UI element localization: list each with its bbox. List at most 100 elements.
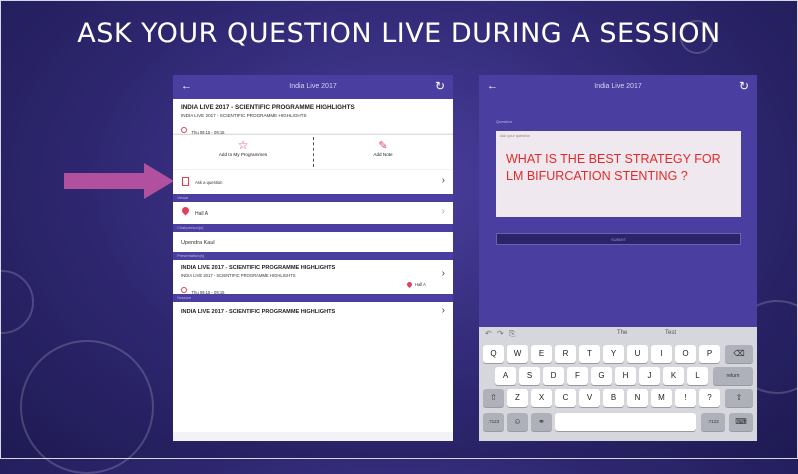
ask-question-screen: ← India Live 2017 ↻ Question Ask your qu… [479, 75, 757, 441]
key-s[interactable]: S [519, 367, 540, 385]
venue-section-label: Venue [173, 194, 453, 202]
clock-icon [181, 126, 187, 133]
refresh-icon[interactable]: ↻ [435, 79, 445, 93]
key-n[interactable]: N [627, 389, 648, 407]
refresh-icon[interactable]: ↻ [739, 79, 749, 93]
speaker-row[interactable]: Upendra Kaul [173, 232, 453, 252]
question-input[interactable]: Ask your question WHAT IS THE BEST STRAT… [496, 131, 741, 217]
key-exclamation[interactable]: ! [675, 389, 696, 407]
key-b[interactable]: B [603, 389, 624, 407]
key-y[interactable]: Y [603, 345, 624, 363]
app-bar-title: India Live 2017 [289, 83, 337, 90]
key-m[interactable]: M [651, 389, 672, 407]
add-note-label: Add Note [373, 152, 393, 157]
presentation-hall: Hall A [415, 282, 426, 287]
question-field-label: Ask your question [500, 134, 531, 138]
presentation-row[interactable]: INDIA LIVE 2017 - SCIENTIFIC PROGRAMME H… [173, 260, 453, 295]
key-j[interactable]: J [639, 367, 660, 385]
key-p[interactable]: P [699, 345, 720, 363]
key-c[interactable]: C [555, 389, 576, 407]
question-text: WHAT IS THE BEST STRATEGY FOR LM BIFURCA… [506, 152, 721, 183]
app-bar: ← India Live 2017 ↻ [173, 75, 453, 99]
shift-key-right[interactable]: ⇧ [725, 389, 753, 407]
venue-row[interactable]: Hall A › [173, 202, 453, 224]
app-bar: ← India Live 2017 ↻ [479, 75, 757, 99]
slide-title: ASK YOUR QUESTION LIVE DURING A SESSION [77, 18, 721, 49]
key-i[interactable]: I [651, 345, 672, 363]
key-l[interactable]: L [687, 367, 708, 385]
backspace-icon: ⌫ [733, 349, 745, 358]
emoji-key[interactable]: ☺ [507, 413, 528, 431]
numbers-key-left[interactable]: .?123 [483, 413, 504, 431]
key-a[interactable]: A [495, 367, 516, 385]
key-u[interactable]: U [627, 345, 648, 363]
keyboard-toolbar: ↶ ↷ ⎘ The Test [479, 327, 757, 341]
emoji-icon: ☺ [513, 417, 522, 426]
undo-icon[interactable]: ↶ [485, 329, 492, 338]
numbers-key-right[interactable]: .?123 [701, 413, 725, 431]
key-w[interactable]: W [507, 345, 528, 363]
ask-question-row[interactable]: Ask a question › [173, 170, 453, 194]
redo-icon[interactable]: ↷ [497, 329, 504, 338]
key-g[interactable]: G [591, 367, 612, 385]
chevron-right-icon: › [441, 206, 445, 217]
key-f[interactable]: F [567, 367, 588, 385]
session-subtitle: INDIA LIVE 2017 - SCIENTIFIC PROGRAMME H… [181, 113, 307, 118]
ask-question-label: Ask a question [195, 180, 223, 185]
backspace-key[interactable]: ⌫ [725, 345, 753, 363]
presentation-title: INDIA LIVE 2017 - SCIENTIFIC PROGRAMME H… [181, 265, 336, 271]
key-v[interactable]: V [579, 389, 600, 407]
map-pin-icon [405, 280, 414, 289]
add-note-button[interactable]: ✎ Add Note [313, 135, 453, 169]
key-r[interactable]: R [555, 345, 576, 363]
chevron-right-icon: › [441, 305, 445, 316]
speaker-name: Upendra Kaul [181, 240, 215, 246]
shift-icon: ⇧ [490, 393, 497, 402]
keyboard-hide-key[interactable]: ⌨ [729, 413, 753, 431]
suggestion-1[interactable]: The [617, 330, 627, 336]
related-session-title: INDIA LIVE 2017 - SCIENTIFIC PROGRAMME H… [181, 309, 336, 315]
session-detail-screen: ← India Live 2017 ↻ INDIA LIVE 2017 - SC… [173, 75, 453, 441]
key-z[interactable]: Z [507, 389, 528, 407]
document-icon [182, 177, 189, 186]
map-pin-icon [180, 205, 191, 216]
shift-key-left[interactable]: ⇧ [483, 389, 504, 407]
star-icon: ☆ [237, 138, 249, 152]
key-d[interactable]: D [543, 367, 564, 385]
presentation-time: Thu 09:15 - 09:15 [191, 290, 225, 295]
microphone-icon: ⚭ [538, 417, 545, 426]
session-card: INDIA LIVE 2017 - SCIENTIFIC PROGRAMME H… [173, 99, 453, 135]
action-row: ☆ Add to My Programmes ✎ Add Note [173, 134, 453, 169]
microphone-key[interactable]: ⚭ [531, 413, 552, 431]
on-screen-keyboard: ↶ ↷ ⎘ The Test Q W E R T Y U I O P ⌫ A S… [479, 327, 757, 441]
chevron-right-icon: › [441, 175, 445, 186]
add-to-programmes-button[interactable]: ☆ Add to My Programmes [173, 135, 313, 169]
decor-circle [20, 340, 154, 474]
space-key[interactable] [555, 413, 696, 431]
key-x[interactable]: X [531, 389, 552, 407]
add-to-programmes-label: Add to My Programmes [218, 152, 268, 157]
clock-icon [181, 286, 187, 293]
key-q[interactable]: Q [483, 345, 504, 363]
key-k[interactable]: K [663, 367, 684, 385]
shift-icon: ⇧ [735, 393, 743, 402]
key-o[interactable]: O [675, 345, 696, 363]
session-title: INDIA LIVE 2017 - SCIENTIFIC PROGRAMME H… [181, 104, 355, 111]
submit-button[interactable]: SUBMIT [496, 233, 741, 245]
chevron-right-icon: › [441, 268, 445, 279]
clipboard-icon[interactable]: ⎘ [509, 329, 515, 339]
question-section-label: Question [496, 119, 513, 124]
key-e[interactable]: E [531, 345, 552, 363]
speaker-section-label: Chairperson(s) [173, 224, 453, 232]
presentation-subtitle: INDIA LIVE 2017 - SCIENTIFIC PROGRAMME H… [181, 273, 296, 278]
presentations-section-label: Presentation(s) [173, 252, 453, 260]
key-question[interactable]: ? [699, 389, 720, 407]
key-h[interactable]: H [615, 367, 636, 385]
note-edit-icon: ✎ [378, 140, 388, 152]
suggestion-2[interactable]: Test [665, 330, 676, 336]
key-t[interactable]: T [579, 345, 600, 363]
app-bar-title: India Live 2017 [594, 83, 642, 90]
keyboard-icon: ⌨ [735, 417, 747, 426]
return-key[interactable]: return [713, 367, 753, 385]
related-session-row[interactable]: INDIA LIVE 2017 - SCIENTIFIC PROGRAMME H… [173, 302, 453, 432]
